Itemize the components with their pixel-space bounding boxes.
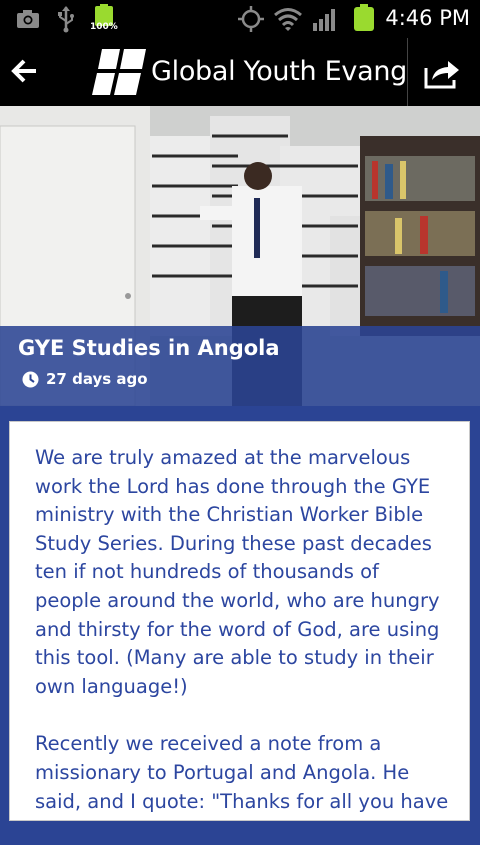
wifi-icon (274, 8, 302, 31)
back-arrow-icon[interactable] (10, 56, 40, 86)
clock-icon (22, 371, 39, 388)
article-header: GYE Studies in Angola 27 days ago (0, 326, 480, 406)
app-title: Global Youth Evangelism (151, 56, 407, 87)
signal-icon (313, 9, 335, 31)
usb-icon (58, 6, 74, 33)
article-age: 27 days ago (46, 370, 148, 388)
share-icon[interactable] (422, 56, 462, 90)
status-bar: 100% 4:46 PM (0, 0, 480, 38)
article-title: GYE Studies in Angola (18, 336, 280, 360)
article-paragraph: We are truly amazed at the marvelous wor… (35, 446, 440, 698)
camera-icon (17, 10, 39, 28)
bookshelf (360, 136, 480, 336)
app-logo (92, 49, 146, 95)
battery-percent: 100% (90, 22, 118, 32)
article-body-card: We are truly amazed at the marvelous wor… (9, 421, 470, 821)
action-divider (407, 38, 408, 106)
status-time: 4:46 PM (385, 6, 470, 30)
article-body: We are truly amazed at the marvelous wor… (35, 444, 450, 845)
action-bar: Global Youth Evangelism (0, 38, 480, 106)
article-paragraph: Recently we received a note from a missi… (35, 732, 449, 813)
gps-icon (238, 6, 264, 32)
battery-full-icon (354, 4, 374, 31)
